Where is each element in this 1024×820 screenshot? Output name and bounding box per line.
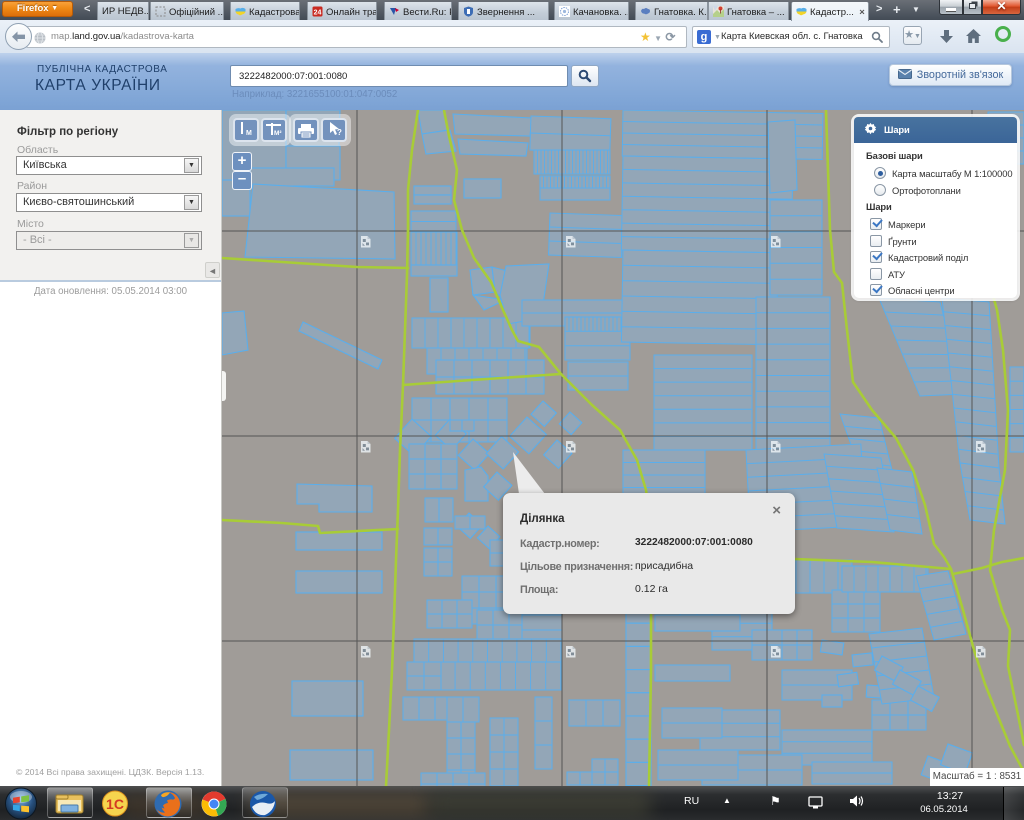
svg-text:?: ? [337,128,342,137]
svg-text:M²: M² [274,130,282,137]
svg-text:M: M [246,130,252,137]
svg-text:24: 24 [314,10,322,17]
svg-text:1С: 1С [106,796,124,812]
